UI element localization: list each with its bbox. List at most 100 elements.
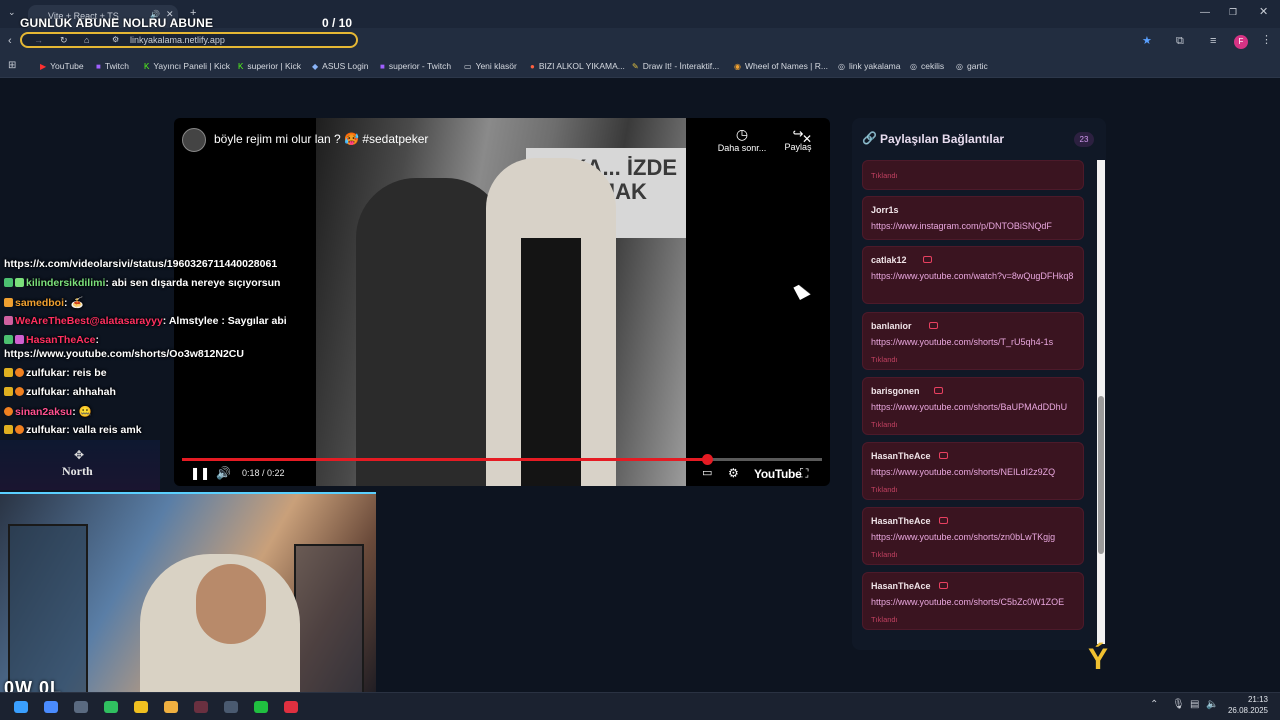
link-card-status: Tıklandı bbox=[871, 615, 898, 624]
media-control-icon[interactable]: ≡ bbox=[1210, 36, 1216, 47]
site-info-icon[interactable]: ⚙ bbox=[112, 35, 119, 44]
chat-username: zulfukar bbox=[26, 367, 67, 379]
stream-logo: Ý bbox=[1087, 643, 1108, 676]
bookmark-item[interactable]: Ksuperior | Kick bbox=[238, 61, 301, 71]
link-card-url[interactable]: https://www.youtube.com/shorts/T_rU5qh4-… bbox=[871, 336, 1081, 348]
restore-icon[interactable]: ❐ bbox=[1229, 8, 1237, 17]
panel-scrollbar[interactable] bbox=[1097, 160, 1105, 644]
twitch-icon: ■ bbox=[380, 62, 385, 71]
link-card[interactable]: banlanior https://www.youtube.com/shorts/… bbox=[862, 312, 1084, 370]
badge-icon bbox=[4, 425, 13, 434]
webcam-feed: 0W 0L bbox=[0, 492, 376, 704]
video-title[interactable]: böyle rejim mi olur lan ? 🥵 #sedatpeker bbox=[214, 132, 428, 146]
youtube-icon bbox=[939, 517, 949, 524]
chat-message: WeAreTheBest@alatasarayyy: Almstylee : S… bbox=[4, 315, 287, 327]
minimize-icon[interactable]: — bbox=[1200, 8, 1210, 18]
bookmark-item[interactable]: ● BIZI ALKOL YIKAMA... bbox=[530, 61, 625, 71]
bookmark-item[interactable]: ◆ ASUS Login bbox=[312, 61, 368, 71]
link-card-url[interactable]: https://www.youtube.com/shorts/BaUPMAdDD… bbox=[871, 401, 1081, 413]
home-icon[interactable]: ⌂ bbox=[84, 35, 89, 45]
pencil-icon: ✎ bbox=[632, 62, 639, 71]
fullscreen-icon[interactable]: ⛶ bbox=[800, 466, 808, 481]
captions-icon[interactable]: ▭ bbox=[702, 466, 712, 479]
video-progress-bar[interactable] bbox=[182, 454, 822, 465]
panel-scrollbar-thumb[interactable] bbox=[1098, 396, 1104, 554]
reload-icon[interactable]: ↻ bbox=[60, 35, 68, 46]
link-card-url[interactable]: https://www.youtube.com/watch?v=8wQugDFH… bbox=[871, 270, 1081, 282]
link-card[interactable]: HasanTheAce https://www.youtube.com/short… bbox=[862, 442, 1084, 500]
chat-message: https://www.youtube.com/shorts/Oo3w812N2… bbox=[4, 348, 244, 360]
twitch-icon: ■ bbox=[96, 62, 101, 71]
link-card-url[interactable]: https://www.instagram.com/p/DNTOBiSNQdF bbox=[871, 220, 1081, 232]
link-card-status: Tıklandı bbox=[871, 420, 898, 429]
link-card[interactable]: barisgonen https://www.youtube.com/shorts… bbox=[862, 377, 1084, 435]
start-icon[interactable] bbox=[14, 701, 28, 713]
link-card[interactable]: Tıklandı bbox=[862, 160, 1084, 190]
video-progress-handle[interactable] bbox=[701, 454, 713, 465]
link-card[interactable]: Jorr1s https://www.instagram.com/p/DNTOBi… bbox=[862, 196, 1084, 240]
apps-grid-icon[interactable]: ⊞ bbox=[8, 61, 16, 71]
bookmark-item[interactable]: K Yayıncı Paneli | Kick bbox=[144, 61, 230, 71]
spotify-icon[interactable] bbox=[254, 701, 268, 713]
volume-icon[interactable]: 🔊 bbox=[216, 466, 231, 480]
taskbar-app-icon[interactable] bbox=[74, 701, 88, 713]
youtube-logo[interactable]: YouTube bbox=[754, 467, 802, 481]
microphone-icon[interactable]: 🎙 bbox=[1172, 699, 1185, 710]
address-input[interactable]: → ↻ ⌂ ⚙ linkyakalama.netlify.app bbox=[20, 32, 358, 48]
watch-later-button[interactable]: ◷ Daha sonr... bbox=[714, 126, 770, 153]
link-card-url[interactable]: https://www.youtube.com/shorts/zn0bLwTKg… bbox=[871, 531, 1081, 543]
bookmark-item[interactable]: ◎ link yakalama bbox=[838, 61, 900, 71]
bookmark-item[interactable]: ◉ Wheel of Names | R... bbox=[734, 61, 828, 71]
link-card-username: Jorr1s bbox=[871, 205, 899, 215]
bookmark-item[interactable]: ▭ Yeni klasör bbox=[464, 61, 517, 71]
back-icon[interactable]: ‹ bbox=[8, 36, 12, 47]
youtube-icon bbox=[939, 582, 949, 589]
video-frame: RE KA... İZDE YAPILMAK 047 32 bbox=[316, 118, 686, 486]
profile-avatar[interactable]: F bbox=[1234, 35, 1248, 49]
webcam-streamer-head bbox=[196, 564, 266, 644]
address-url: linkyakalama.netlify.app bbox=[130, 35, 225, 45]
chrome-icon[interactable] bbox=[134, 701, 148, 713]
link-card-url[interactable]: https://www.youtube.com/shorts/C5bZc0W1Z… bbox=[871, 596, 1081, 608]
link-card-url[interactable]: https://www.youtube.com/shorts/NEILdI2z9… bbox=[871, 466, 1081, 478]
close-overlay-icon[interactable]: ✕ bbox=[802, 132, 812, 146]
north-label: North bbox=[62, 464, 93, 478]
taskbar-app-icon[interactable] bbox=[224, 701, 238, 713]
browser-menu-icon[interactable]: ⋮ bbox=[1261, 35, 1272, 46]
tab-list-icon[interactable]: ⌄ bbox=[8, 8, 16, 17]
pause-icon[interactable]: ❚❚ bbox=[190, 466, 210, 480]
link-card[interactable]: HasanTheAce https://www.youtube.com/short… bbox=[862, 507, 1084, 565]
taskbar-app-icon[interactable] bbox=[284, 701, 298, 713]
chat-username: kilindersikdilimi bbox=[26, 277, 106, 289]
chat-overlay: https://x.com/videolarsivi/status/196032… bbox=[0, 258, 330, 438]
extensions-icon[interactable]: ⧉ bbox=[1176, 36, 1184, 47]
taskbar-app-icon[interactable] bbox=[194, 701, 208, 713]
badge-icon bbox=[15, 368, 24, 377]
link-count-badge: 23 bbox=[1074, 132, 1094, 147]
bookmark-item[interactable]: ◎ gartic bbox=[956, 61, 988, 71]
youtube-icon bbox=[928, 322, 938, 329]
bookmark-item[interactable]: ■ superior - Twitch bbox=[380, 61, 451, 71]
site-icon: ● bbox=[530, 62, 535, 71]
taskbar-app-icon[interactable] bbox=[44, 701, 58, 713]
link-card[interactable]: catlak12 https://www.youtube.com/watch?v=… bbox=[862, 246, 1084, 304]
clock-icon: ◷ bbox=[735, 126, 749, 142]
bookmark-item[interactable]: ▶ YouTube bbox=[40, 61, 84, 71]
link-card[interactable]: HasanTheAce https://www.youtube.com/short… bbox=[862, 572, 1084, 630]
bookmark-item[interactable]: ✎ Draw It! - İnteraktif... bbox=[632, 61, 719, 71]
channel-avatar[interactable] bbox=[182, 128, 206, 152]
bookmark-star-icon[interactable]: ★ bbox=[1142, 36, 1152, 47]
link-card-username: HasanTheAce bbox=[871, 451, 931, 461]
bookmark-item[interactable]: ■ Twitch bbox=[96, 61, 129, 71]
tray-expand-icon[interactable]: ⌃ bbox=[1150, 699, 1158, 710]
settings-gear-icon[interactable]: ⚙ bbox=[728, 466, 739, 480]
folder-icon: ▭ bbox=[464, 62, 472, 71]
system-clock[interactable]: 21:13 26.08.2025 bbox=[1222, 694, 1268, 716]
taskbar-app-icon[interactable] bbox=[104, 701, 118, 713]
window-close-icon[interactable]: ✕ bbox=[1259, 7, 1268, 18]
network-icon[interactable]: ▤ bbox=[1190, 699, 1199, 710]
bookmark-item[interactable]: ◎ cekilis bbox=[910, 61, 944, 71]
speaker-icon[interactable]: 🔈 bbox=[1206, 699, 1218, 710]
folder-icon[interactable] bbox=[164, 701, 178, 713]
forward-icon[interactable]: → bbox=[34, 35, 43, 45]
